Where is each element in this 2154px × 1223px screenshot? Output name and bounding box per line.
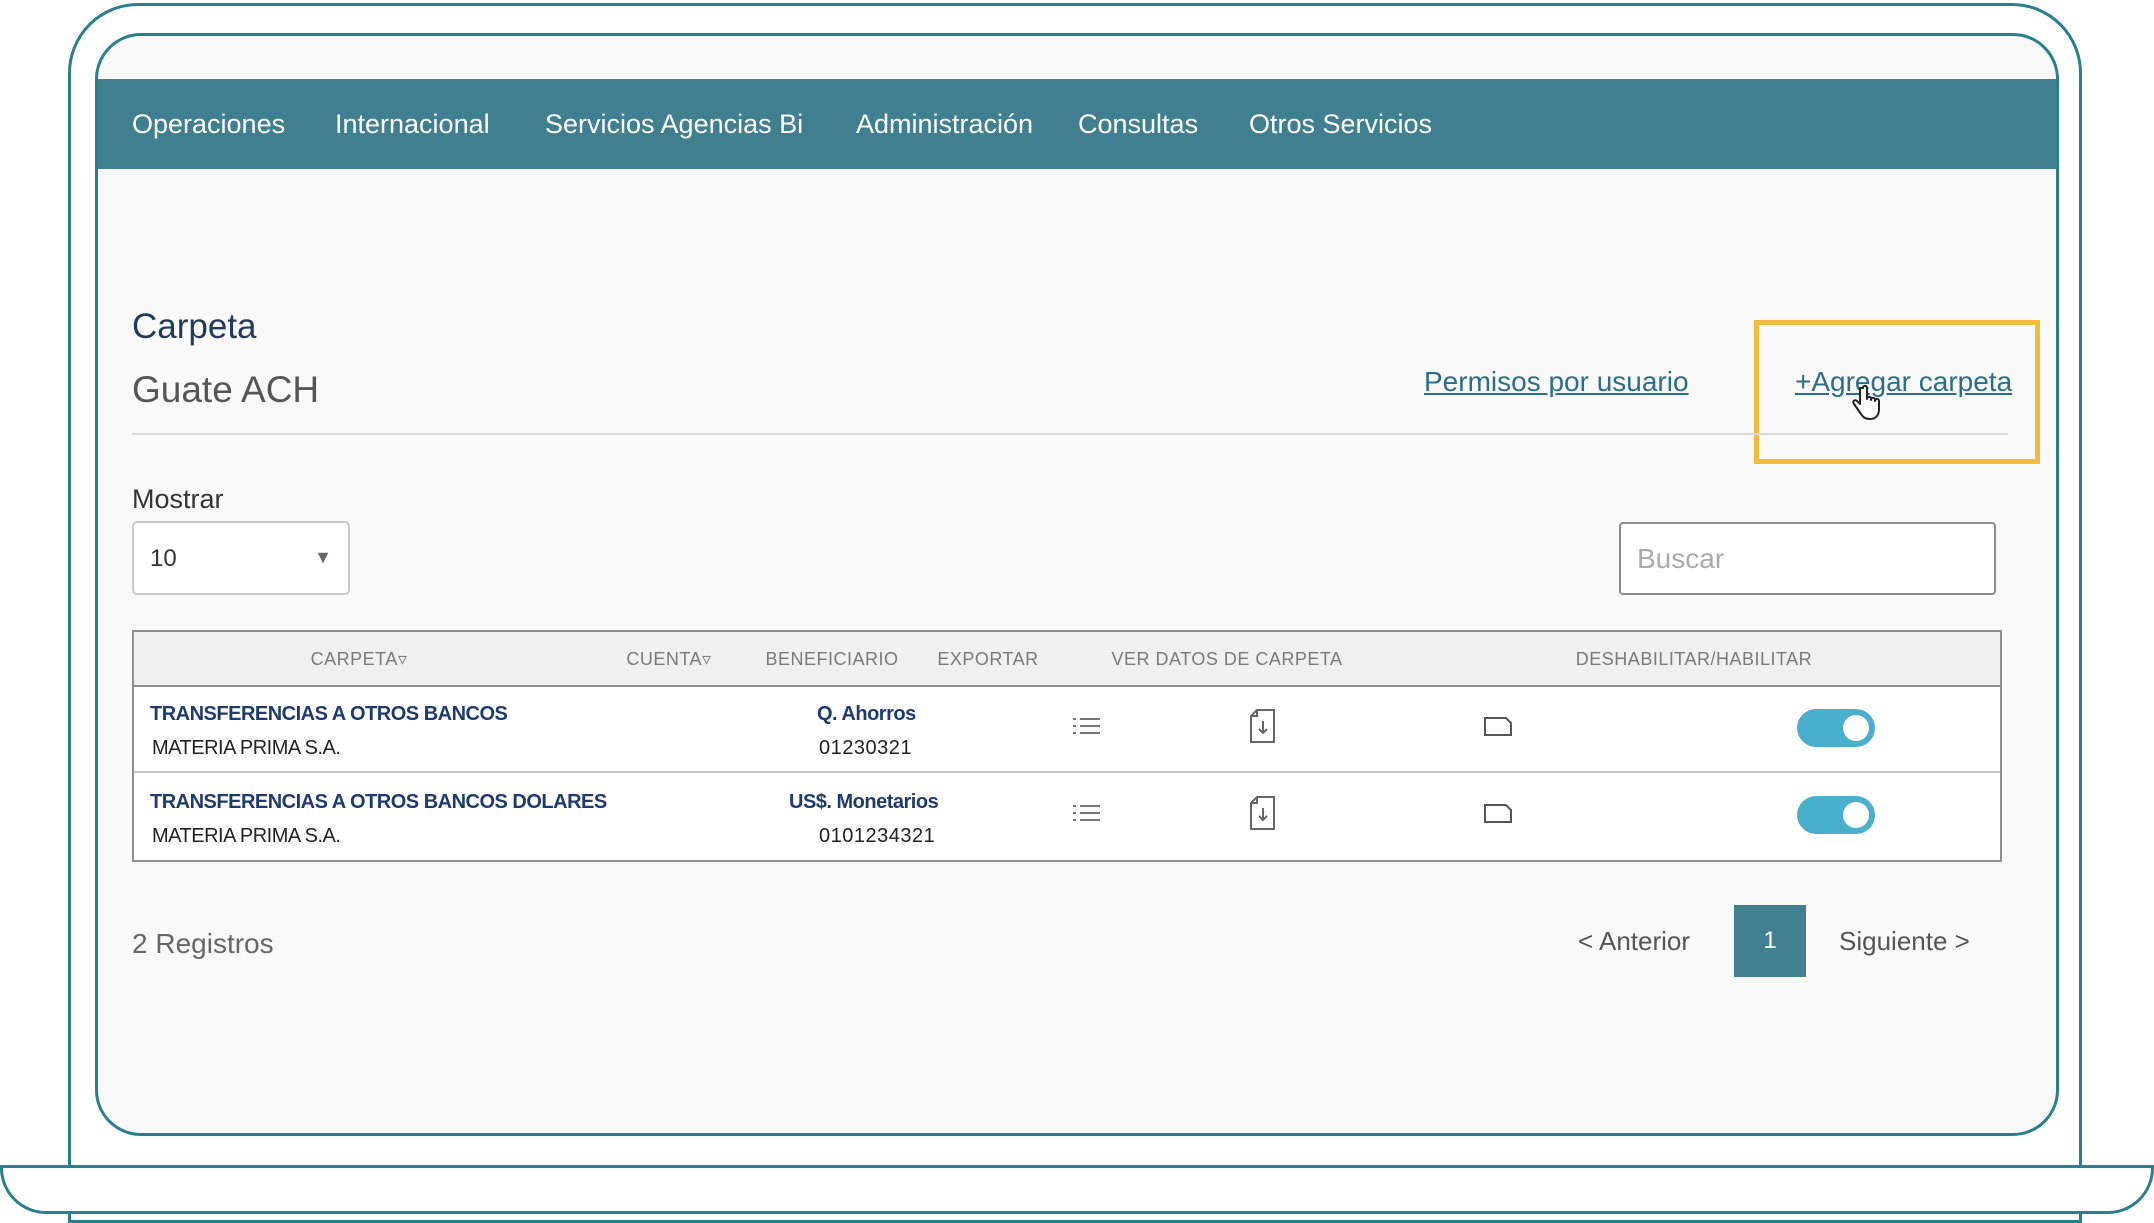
cuenta-numero: 0101234321: [819, 825, 936, 847]
pagination-current-page[interactable]: 1: [1734, 905, 1806, 977]
carpeta-name-link[interactable]: TRANSFERENCIAS A OTROS BANCOS: [150, 703, 508, 726]
table-row: TRANSFERENCIAS A OTROS BANCOS MATERIA PR…: [134, 687, 2000, 773]
carpetas-table: CARPETA▿ CUENTA▿ BENEFICIARIO EXPORTAR V…: [132, 630, 2002, 862]
column-header-exportar: EXPORTAR: [937, 649, 1039, 669]
list-icon[interactable]: [1071, 714, 1105, 738]
header-divider: [132, 433, 2008, 435]
page-size-value: 10: [150, 545, 177, 572]
folder-icon[interactable]: [1482, 713, 1514, 739]
list-icon[interactable]: [1071, 801, 1105, 825]
page-title: Carpeta: [132, 307, 257, 346]
habilitar-toggle[interactable]: [1797, 709, 1875, 747]
permisos-por-usuario-link[interactable]: Permisos por usuario: [1424, 366, 1689, 398]
file-export-icon[interactable]: [1248, 794, 1278, 832]
folder-icon[interactable]: [1482, 800, 1514, 826]
habilitar-toggle[interactable]: [1797, 796, 1875, 834]
cuenta-tipo: Q. Ahorros: [817, 703, 916, 725]
nav-item-operaciones[interactable]: Operaciones: [132, 79, 285, 169]
column-header-beneficiario: BENEFICIARIO: [765, 649, 899, 669]
pagination-next-button[interactable]: Siguiente >: [1839, 926, 1970, 957]
page-subtitle: Guate ACH: [132, 369, 320, 410]
column-header-carpeta[interactable]: CARPETA▿: [134, 632, 584, 687]
carpeta-empresa: MATERIA PRIMA S.A.: [152, 825, 341, 847]
chevron-down-icon: ▼: [314, 547, 332, 567]
column-header-ver-datos: VER DATOS DE CARPETA: [1111, 649, 1343, 669]
nav-item-otros-servicios[interactable]: Otros Servicios: [1249, 79, 1432, 169]
nav-item-consultas[interactable]: Consultas: [1078, 79, 1198, 169]
nav-item-administracion[interactable]: Administración: [856, 79, 1033, 169]
hand-pointer-icon: [1852, 384, 1880, 420]
file-export-icon[interactable]: [1248, 707, 1278, 745]
search-input[interactable]: [1619, 522, 1996, 595]
pagination-prev-button[interactable]: < Anterior: [1578, 926, 1690, 957]
page-size-select[interactable]: 10 ▼: [132, 521, 350, 595]
nav-item-servicios-agencias[interactable]: Servicios Agencias Bi: [545, 79, 803, 169]
cuenta-numero: 01230321: [819, 737, 912, 759]
carpeta-name-link[interactable]: TRANSFERENCIAS A OTROS BANCOS DOLARES: [150, 791, 607, 814]
column-header-cuenta[interactable]: CUENTA▿: [584, 632, 754, 687]
laptop-base: [0, 1165, 2154, 1214]
laptop-screen: Operaciones Internacional Servicios Agen…: [95, 33, 2059, 1136]
registros-count: 2 Registros: [132, 928, 274, 959]
main-navbar: Operaciones Internacional Servicios Agen…: [98, 79, 2056, 169]
table-header: CARPETA▿ CUENTA▿ BENEFICIARIO EXPORTAR V…: [134, 632, 2000, 687]
mostrar-label: Mostrar: [132, 484, 224, 514]
carpeta-empresa: MATERIA PRIMA S.A.: [152, 737, 341, 759]
toggle-knob: [1843, 802, 1869, 828]
table-row: TRANSFERENCIAS A OTROS BANCOS DOLARES MA…: [134, 775, 2000, 861]
column-header-deshabilitar: DESHABILITAR/HABILITAR: [1575, 649, 1813, 669]
highlight-box: [1754, 320, 2040, 464]
nav-item-internacional[interactable]: Internacional: [335, 79, 490, 169]
cuenta-tipo: US$. Monetarios: [789, 791, 939, 813]
toggle-knob: [1843, 715, 1869, 741]
